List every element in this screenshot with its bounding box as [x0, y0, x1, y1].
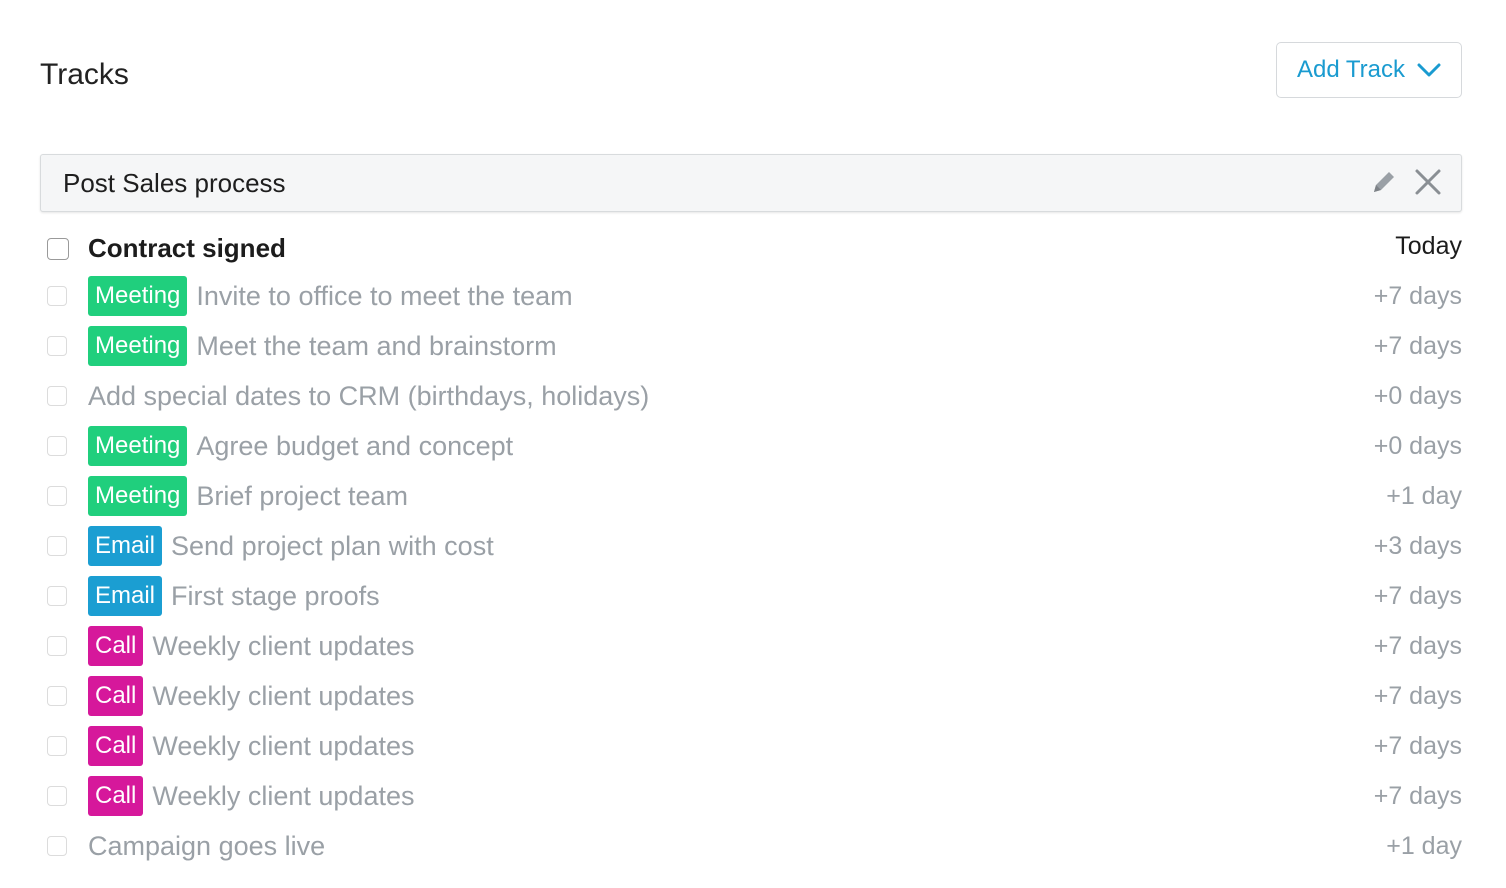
task-title: Agree budget and concept	[196, 430, 514, 461]
task-content: Meeting Agree budget and concept	[88, 426, 513, 466]
task-content: Meeting Meet the team and brainstorm	[88, 326, 557, 366]
task-row: Add special dates to CRM (birthdays, hol…	[40, 372, 1462, 422]
task-type-badge: Call	[88, 776, 144, 816]
task-due-offset: +7 days	[1373, 782, 1462, 810]
task-row: Contract signed Today	[40, 224, 1462, 272]
task-checkbox[interactable]	[47, 536, 67, 556]
task-title: Contract signed	[88, 232, 286, 263]
task-due-offset: Today	[1395, 232, 1462, 260]
task-title: Weekly client updates	[152, 630, 415, 661]
task-checkbox[interactable]	[47, 786, 67, 806]
task-row: Email Send project plan with cost +3 days	[40, 522, 1462, 572]
task-content: Contract signed	[88, 228, 286, 268]
task-row: Meeting Meet the team and brainstorm +7 da…	[40, 322, 1462, 372]
task-due-offset: +7 days	[1373, 582, 1462, 610]
task-checkbox[interactable]	[47, 636, 67, 656]
task-due-offset: +7 days	[1373, 732, 1462, 760]
track-header: Post Sales process	[40, 154, 1462, 212]
task-due-offset: +7 days	[1373, 632, 1462, 660]
task-list: Contract signed Today Meeting Invite to off…	[40, 224, 1462, 872]
task-checkbox[interactable]	[47, 436, 67, 456]
track-name: Post Sales process	[63, 168, 286, 198]
task-row: Meeting Agree budget and concept +0 days	[40, 422, 1462, 472]
task-type-badge: Meeting	[88, 426, 188, 466]
task-checkbox[interactable]	[47, 736, 67, 756]
task-row: Call Weekly client updates +7 days	[40, 622, 1462, 672]
task-type-badge: Meeting	[88, 326, 188, 366]
task-due-offset: +7 days	[1373, 682, 1462, 710]
task-due-offset: +7 days	[1373, 332, 1462, 360]
task-row: Call Weekly client updates +7 days	[40, 672, 1462, 722]
task-title: Weekly client updates	[152, 680, 415, 711]
task-row: Call Weekly client updates +7 days	[40, 722, 1462, 772]
add-track-button[interactable]: Add Track	[1276, 42, 1462, 98]
task-title: Brief project team	[196, 480, 408, 511]
task-content: Email Send project plan with cost	[88, 526, 494, 566]
task-checkbox[interactable]	[47, 486, 67, 506]
task-due-offset: +0 days	[1373, 432, 1462, 460]
task-type-badge: Call	[88, 676, 144, 716]
task-type-badge: Email	[88, 526, 163, 566]
task-checkbox[interactable]	[47, 336, 67, 356]
task-title: Add special dates to CRM (birthdays, hol…	[88, 380, 650, 411]
task-due-offset: +7 days	[1373, 282, 1462, 310]
task-type-badge: Call	[88, 726, 144, 766]
close-icon[interactable]	[1413, 167, 1443, 197]
task-type-badge: Call	[88, 626, 144, 666]
task-checkbox[interactable]	[47, 836, 67, 856]
task-type-badge: Email	[88, 576, 163, 616]
task-row: Meeting Brief project team +1 day	[40, 472, 1462, 522]
task-checkbox[interactable]	[47, 286, 67, 306]
task-title: Meet the team and brainstorm	[196, 330, 557, 361]
task-type-badge: Meeting	[88, 476, 188, 516]
task-row: Call Weekly client updates +7 days	[40, 772, 1462, 822]
task-title: Invite to office to meet the team	[196, 280, 573, 311]
task-title: Weekly client updates	[152, 730, 415, 761]
task-content: Call Weekly client updates	[88, 676, 415, 716]
task-due-offset: +0 days	[1373, 382, 1462, 410]
task-checkbox[interactable]	[47, 686, 67, 706]
task-content: Add special dates to CRM (birthdays, hol…	[88, 376, 649, 416]
task-content: Call Weekly client updates	[88, 776, 415, 816]
pencil-icon[interactable]	[1369, 167, 1399, 197]
task-row: Email First stage proofs +7 days	[40, 572, 1462, 622]
task-due-offset: +1 day	[1386, 832, 1462, 860]
task-checkbox[interactable]	[47, 586, 67, 606]
task-title: Campaign goes live	[88, 830, 326, 861]
chevron-down-icon	[1417, 63, 1441, 77]
task-due-offset: +3 days	[1373, 532, 1462, 560]
task-content: Email First stage proofs	[88, 576, 380, 616]
task-content: Campaign goes live	[88, 826, 325, 866]
task-content: Meeting Invite to office to meet the team	[88, 276, 573, 316]
task-type-badge: Meeting	[88, 276, 188, 316]
task-title: First stage proofs	[171, 580, 380, 611]
task-title: Send project plan with cost	[171, 530, 494, 561]
task-content: Call Weekly client updates	[88, 726, 415, 766]
task-content: Call Weekly client updates	[88, 626, 415, 666]
task-checkbox[interactable]	[47, 386, 67, 406]
task-title: Weekly client updates	[152, 780, 415, 811]
task-row: Meeting Invite to office to meet the team…	[40, 272, 1462, 322]
task-checkbox[interactable]	[47, 238, 69, 260]
task-due-offset: +1 day	[1386, 482, 1462, 510]
page-title: Tracks	[40, 58, 129, 91]
add-track-label: Add Track	[1296, 56, 1406, 83]
task-content: Meeting Brief project team	[88, 476, 408, 516]
task-row: Campaign goes live +1 day	[40, 822, 1462, 872]
